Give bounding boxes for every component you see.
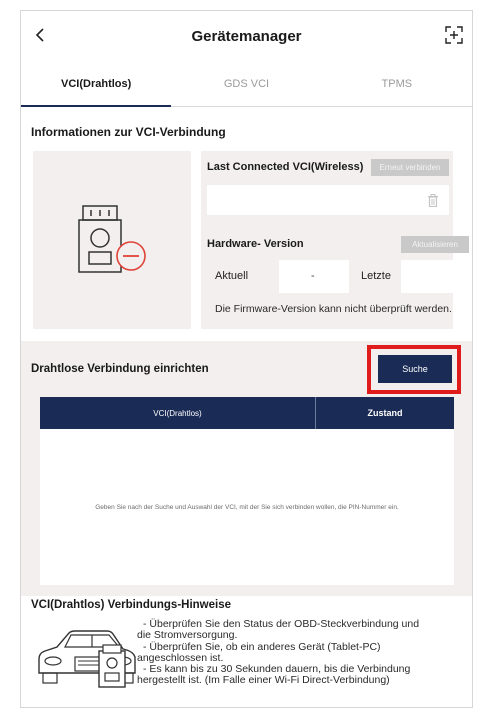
last-connected-panel: Last Connected VCI(Wireless) Erneut verb… — [201, 151, 453, 235]
latest-version-label: Letzte — [361, 270, 391, 282]
trash-icon[interactable] — [427, 194, 439, 207]
device-manager-screen: Gerätemanager VCI(Drahtlos) GDS VCI TPMS… — [20, 10, 473, 708]
tab-gds-vci[interactable]: GDS VCI — [171, 61, 321, 106]
column-header-vci: VCI(Drahtlos) — [40, 397, 316, 429]
app-header: Gerätemanager — [21, 11, 472, 61]
current-version-value: - — [311, 270, 315, 282]
scan-button[interactable] — [444, 25, 464, 45]
scan-add-icon — [445, 26, 463, 44]
connection-hints-text: - Überprüfen Sie den Status der OBD-Stec… — [137, 618, 472, 687]
last-connected-field — [207, 185, 449, 215]
firmware-note: Die Firmware-Version kann nicht überprüf… — [215, 303, 452, 315]
hardware-version-panel: Hardware- Version Aktualisieren Aktuell … — [201, 229, 471, 329]
page-title: Gerätemanager — [191, 27, 302, 45]
hardware-version-label: Hardware- Version — [207, 238, 304, 250]
tab-tpms[interactable]: TPMS — [322, 61, 472, 106]
vci-disconnected-icon — [78, 205, 146, 273]
column-header-status: Zustand — [367, 408, 403, 418]
latest-version-field — [401, 260, 471, 293]
update-button[interactable]: Aktualisieren — [401, 236, 469, 253]
wireless-setup-section: Drahtlose Verbindung einrichten Suche VC… — [21, 341, 472, 596]
current-version-label: Aktuell — [215, 270, 249, 282]
chevron-left-icon — [35, 28, 44, 42]
vci-table-header: VCI(Drahtlos) Zustand — [40, 397, 454, 429]
highlight-box — [367, 345, 461, 394]
tab-vci-wireless[interactable]: VCI(Drahtlos) — [21, 61, 172, 107]
hint-line: die Stromversorgung. — [137, 629, 238, 642]
connection-hints-title: VCI(Drahtlos) Verbindungs-Hinweise — [31, 599, 231, 611]
last-connected-label: Last Connected VCI(Wireless) — [207, 161, 364, 173]
pin-hint: Geben Sie nach der Suche und Auswahl der… — [95, 503, 399, 511]
vci-table-body: Geben Sie nach der Suche und Auswahl der… — [40, 429, 454, 585]
car-obd-icon — [38, 630, 136, 688]
reconnect-button[interactable]: Erneut verbinden — [371, 159, 449, 176]
back-button[interactable] — [29, 24, 51, 46]
vci-device-illustration — [33, 151, 191, 329]
wireless-setup-title: Drahtlose Verbindung einrichten — [31, 363, 209, 375]
tab-bar: VCI(Drahtlos) GDS VCI TPMS — [21, 61, 472, 107]
vci-info-title: Informationen zur VCI-Verbindung — [31, 125, 226, 139]
hint-line: hergestellt ist. (Im Falle einer Wi-Fi D… — [137, 674, 390, 687]
